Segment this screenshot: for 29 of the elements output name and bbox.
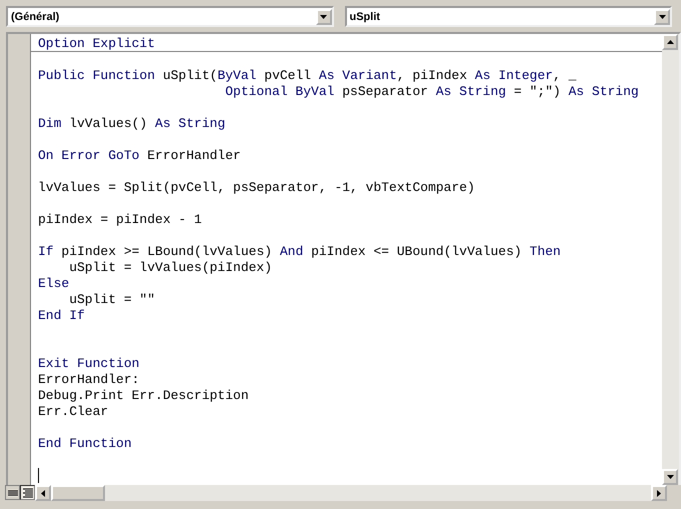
scroll-down-icon[interactable]: [662, 469, 678, 486]
code-line: On Error GoTo ErrorHandler: [38, 148, 241, 163]
code-line: uSplit = lvValues(piIndex): [68, 260, 272, 275]
full-module-view-icon[interactable]: [20, 485, 35, 500]
code-line: Err.Clear: [38, 404, 108, 419]
scroll-thumb[interactable]: [51, 485, 105, 502]
horizontal-scrollbar[interactable]: [35, 485, 667, 502]
vertical-scrollbar[interactable]: [662, 34, 679, 486]
code-line: piIndex = piIndex - 1: [38, 212, 202, 227]
scroll-up-icon[interactable]: [662, 34, 678, 50]
code-pane[interactable]: [31, 34, 662, 486]
code-line: Debug.Print Err.Description: [38, 388, 249, 403]
code-line: Exit Function: [38, 356, 140, 371]
code-line: If piIndex >= LBound(lvValues) And piIndex <= UBound(lvValues) Then: [38, 244, 561, 259]
code-line: ErrorHandler:: [38, 372, 140, 387]
code-line: Dim lvValues() As String: [38, 116, 226, 131]
scroll-right-icon[interactable]: [651, 485, 667, 502]
code-line: Option Explicit: [38, 36, 156, 51]
code-line: Optional ByVal psSeparator As String = ";") As String: [225, 84, 639, 99]
code-line: lvValues = Split(pvCell, psSeparator, -1, vbTextCompare): [38, 180, 475, 195]
procedure-dropdown[interactable]: uSplit: [344, 6, 672, 27]
procedure-view-icon[interactable]: [5, 485, 20, 500]
code-line: End Function: [38, 436, 132, 451]
code-line: Else: [38, 276, 70, 291]
code-line: Public Function uSplit(ByVal pvCell As Variant, piIndex As Integer, _: [38, 68, 576, 83]
object-dropdown[interactable]: (Général): [6, 6, 334, 27]
code-line: End If: [38, 308, 85, 323]
code-line: uSplit = "": [68, 292, 156, 307]
scroll-left-icon[interactable]: [35, 485, 51, 502]
